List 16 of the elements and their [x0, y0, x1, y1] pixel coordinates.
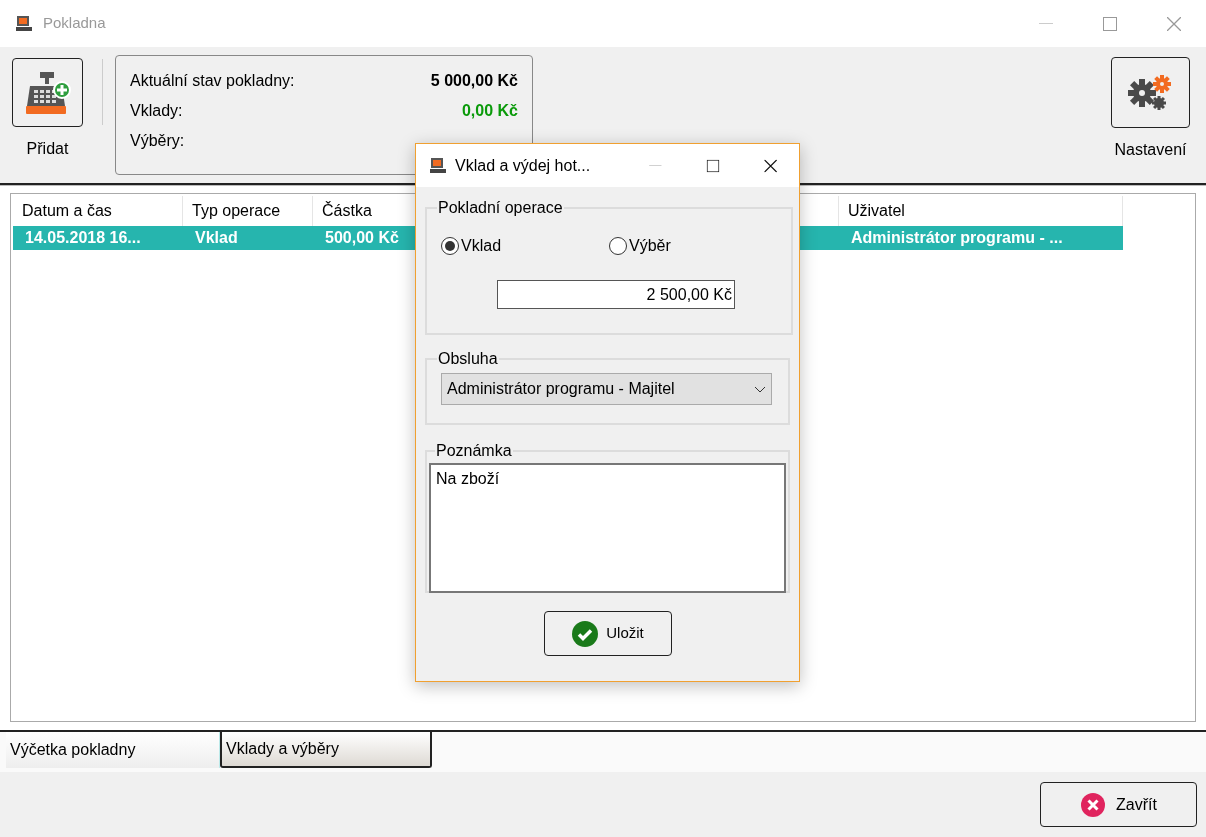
settings-label: Nastavení — [1114, 140, 1187, 160]
group-legend: Obsluha — [437, 347, 499, 371]
summary-value: 0,00 Kč — [461, 101, 518, 121]
summary-label: Aktuální stav pokladny: — [130, 71, 295, 91]
group-legend: Pokladní operace — [437, 196, 564, 220]
add-label: Přidat — [26, 139, 69, 159]
table-cell: Vklad — [195, 229, 238, 246]
table-cell: 14.05.2018 16... — [25, 229, 141, 246]
summary-label: Vklady: — [130, 101, 183, 121]
window-title: Pokladna — [43, 13, 106, 34]
table-cell: 500,00 Kč — [325, 229, 399, 246]
group-legend: Poznámka — [435, 439, 513, 463]
summary-value: 5 000,00 Kč — [430, 71, 518, 91]
dialog-title: Vklad a výdej hot... — [455, 155, 591, 176]
table-cell: Administrátor programu - ... — [851, 229, 1063, 246]
summary-label: Výběry: — [130, 131, 185, 151]
